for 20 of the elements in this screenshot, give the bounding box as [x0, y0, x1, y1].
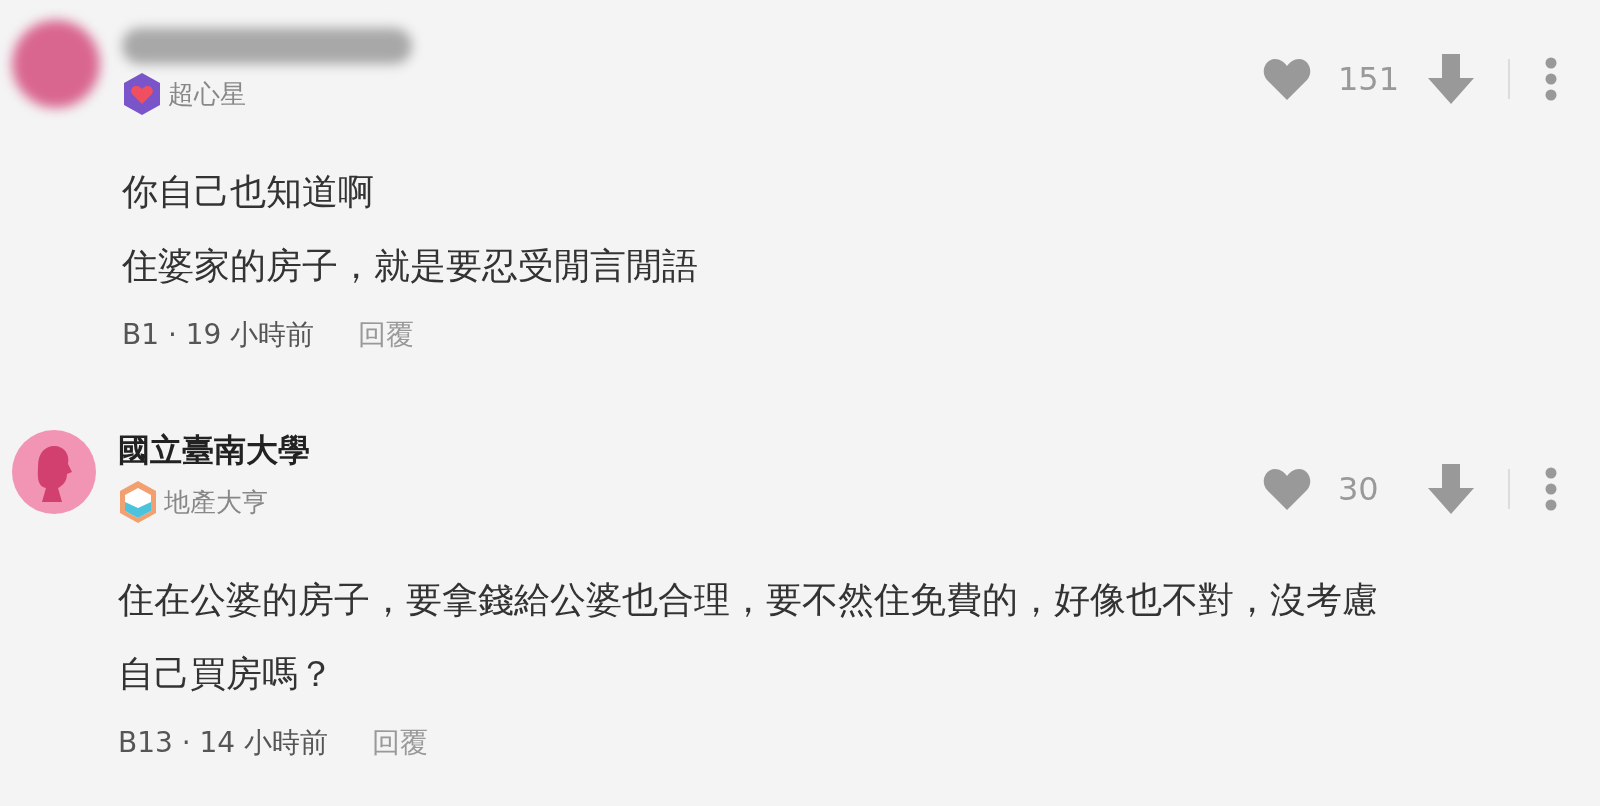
arrow-down-icon[interactable]: [1428, 54, 1474, 104]
hexagon-heart-icon: [122, 72, 162, 116]
badge-label: 超心星: [168, 77, 246, 111]
comment-text: 你自己也知道啊: [122, 170, 375, 214]
more-icon[interactable]: [1544, 57, 1558, 101]
heart-icon[interactable]: [1262, 57, 1312, 101]
comment-text: 自己買房嗎？: [118, 652, 335, 696]
reply-link[interactable]: 回覆: [372, 722, 429, 764]
like-count: 30: [1338, 469, 1380, 510]
reply-link[interactable]: 回覆: [358, 314, 415, 356]
badge-label: 地產大亨: [164, 485, 268, 519]
floor-and-time: B1 · 19 小時前: [122, 317, 315, 353]
heart-icon[interactable]: [1262, 467, 1312, 511]
comment-text: 住婆家的房子，就是要忍受閒言閒語: [122, 244, 699, 288]
more-icon[interactable]: [1544, 467, 1558, 511]
username: 國立臺南大學: [118, 430, 310, 471]
hexagon-cube-icon: [118, 480, 158, 524]
floor-and-time: B13 · 14 小時前: [118, 725, 329, 761]
arrow-down-icon[interactable]: [1428, 464, 1474, 514]
comment-text: 住在公婆的房子，要拿錢給公婆也合理，要不然住免費的，好像也不對，沒考慮: [118, 578, 1379, 622]
